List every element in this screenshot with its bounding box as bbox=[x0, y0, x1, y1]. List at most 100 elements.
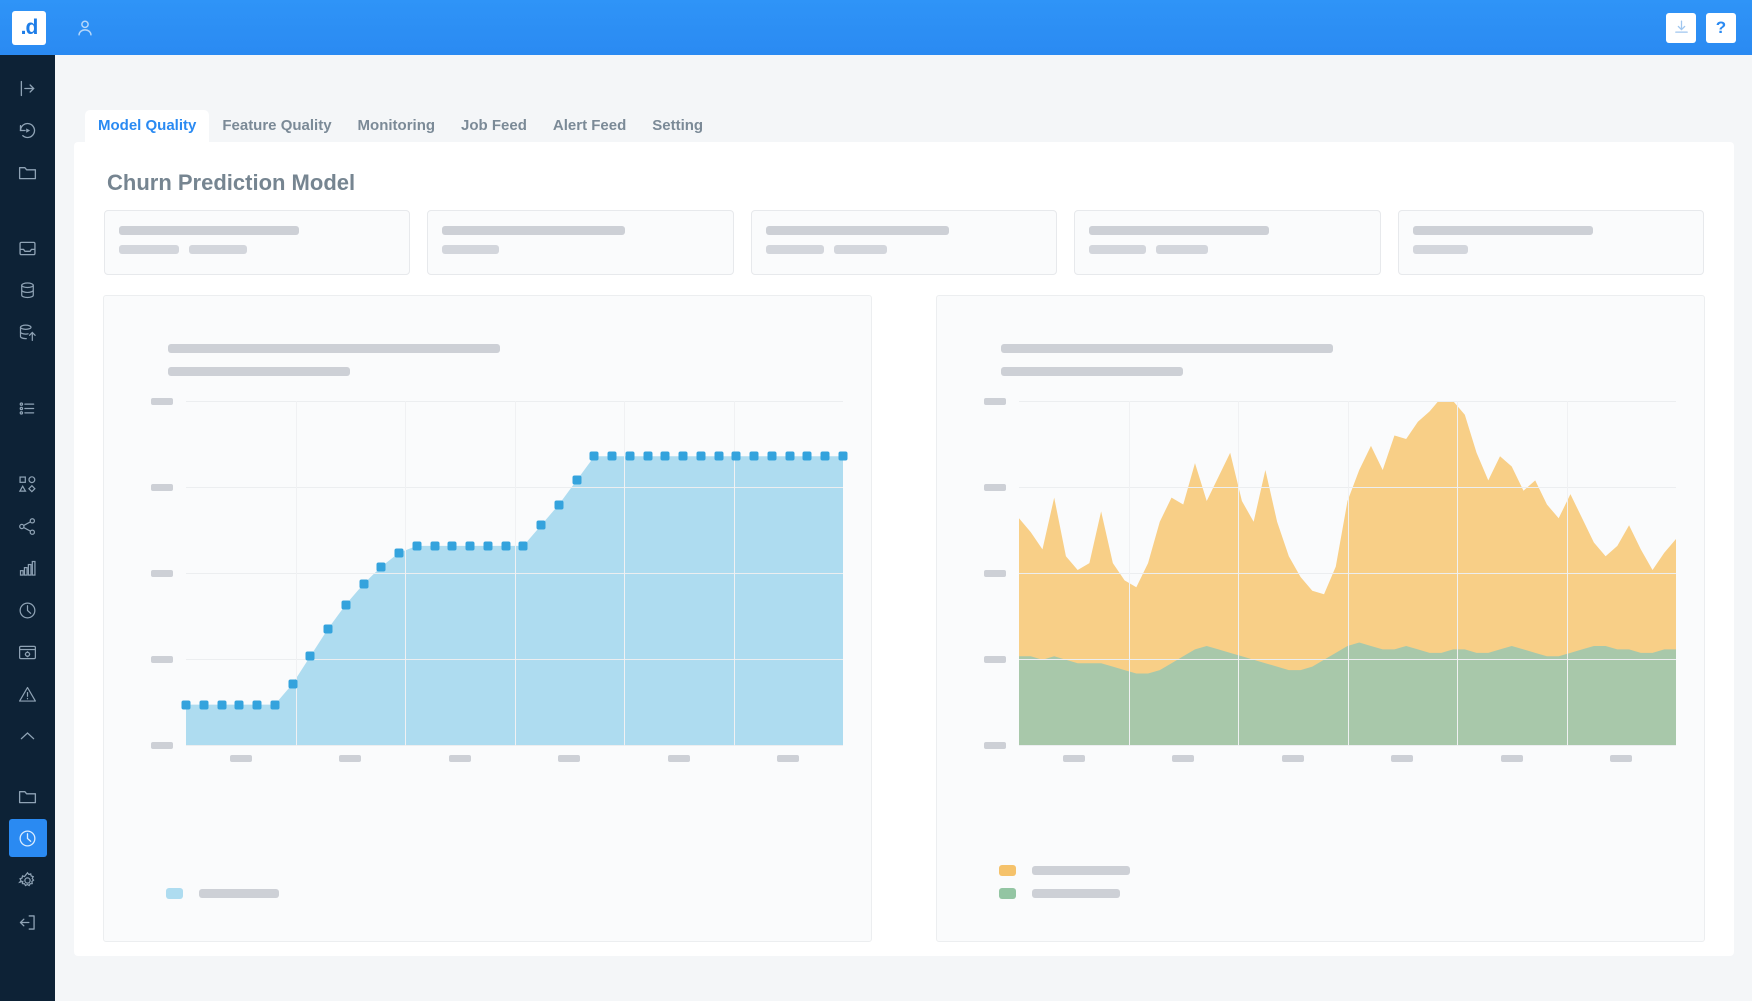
stat-chip-placeholder bbox=[442, 245, 500, 254]
sidebar-item-bar-chart[interactable] bbox=[9, 549, 47, 587]
stat-card-title-placeholder bbox=[442, 226, 626, 235]
legend-label-placeholder bbox=[199, 889, 279, 898]
x-axis-tick-placeholder bbox=[448, 755, 471, 762]
y-axis-tick-placeholder bbox=[151, 742, 173, 749]
gridline-vertical bbox=[405, 401, 406, 746]
stat-chip-placeholder bbox=[833, 245, 887, 254]
stat-card-title-placeholder bbox=[765, 226, 949, 235]
stat-chip-placeholder bbox=[189, 245, 247, 254]
chart-title-placeholder bbox=[1001, 344, 1333, 353]
x-axis-tick-placeholder bbox=[1172, 755, 1195, 762]
sidebar-item-alerts[interactable] bbox=[9, 675, 47, 713]
tab-alert-feed[interactable]: Alert Feed bbox=[540, 110, 639, 142]
gridline-vertical bbox=[1347, 401, 1349, 746]
sidebar-item-folder-2[interactable] bbox=[9, 777, 47, 815]
stat-card-row bbox=[104, 210, 1705, 275]
sidebar-item-browser-settings[interactable] bbox=[9, 633, 47, 671]
x-axis-tick-placeholder bbox=[777, 755, 800, 762]
stat-chip-placeholder bbox=[1156, 245, 1209, 254]
sidebar-item-share[interactable] bbox=[9, 507, 47, 545]
gridline-vertical bbox=[733, 401, 735, 746]
x-axis-tick-placeholder bbox=[667, 755, 690, 762]
top-bar: .d ? bbox=[0, 0, 1752, 55]
gridline-vertical bbox=[1128, 401, 1130, 746]
chart-title-block bbox=[168, 344, 500, 376]
sidebar-item-inbox[interactable] bbox=[9, 229, 47, 267]
top-bar-actions: ? bbox=[1666, 12, 1736, 43]
gridline-vertical bbox=[624, 401, 625, 746]
sidebar-item-shapes[interactable] bbox=[9, 465, 47, 503]
chart-card-prediction-volume bbox=[936, 295, 1705, 942]
stat-card[interactable] bbox=[104, 210, 411, 275]
legend-label-placeholder bbox=[1032, 866, 1130, 875]
page-title: Churn Prediction Model bbox=[107, 170, 356, 195]
stat-card-values bbox=[1412, 245, 1689, 254]
tab-feature-quality[interactable]: Feature Quality bbox=[209, 110, 344, 142]
x-axis-tick-placeholder bbox=[1500, 755, 1523, 762]
y-axis-tick-placeholder bbox=[151, 656, 173, 663]
chart-row bbox=[103, 295, 1705, 942]
stat-card[interactable] bbox=[750, 210, 1058, 275]
chart-title-block bbox=[1001, 344, 1333, 376]
tab-model-quality[interactable]: Model Quality bbox=[85, 110, 210, 142]
user-avatar-icon[interactable] bbox=[74, 17, 96, 39]
stat-chip-placeholder bbox=[1089, 245, 1147, 254]
stat-card-title-placeholder bbox=[1089, 226, 1270, 235]
x-axis-tick-placeholder bbox=[1391, 755, 1414, 762]
sidebar-rail bbox=[0, 55, 55, 1001]
sidebar-item-database-upload[interactable] bbox=[9, 313, 47, 351]
chart-plot-area bbox=[151, 398, 848, 762]
stat-card[interactable] bbox=[1397, 210, 1705, 275]
gridline-vertical bbox=[1566, 401, 1568, 746]
sidebar-item-list[interactable] bbox=[9, 389, 47, 427]
x-axis-tick-placeholder bbox=[339, 755, 362, 762]
stat-card-values bbox=[765, 245, 1042, 254]
chart-card-accuracy bbox=[103, 295, 872, 942]
y-axis-tick-placeholder bbox=[151, 570, 173, 577]
x-axis-tick-placeholder bbox=[1062, 755, 1085, 762]
sidebar-item-folder[interactable] bbox=[9, 153, 47, 191]
y-axis-tick-placeholder bbox=[984, 484, 1006, 491]
tab-job-feed[interactable]: Job Feed bbox=[448, 110, 540, 142]
tab-monitoring[interactable]: Monitoring bbox=[345, 110, 448, 142]
y-axis-tick-placeholder bbox=[984, 570, 1006, 577]
stat-card-values bbox=[119, 245, 395, 254]
sidebar-item-history-active[interactable] bbox=[8, 819, 47, 857]
legend-swatch bbox=[999, 865, 1016, 876]
stat-chip-placeholder bbox=[1412, 245, 1468, 254]
stat-card[interactable] bbox=[1074, 210, 1381, 275]
y-axis-tick-placeholder bbox=[151, 398, 173, 405]
legend-item[interactable] bbox=[999, 888, 1130, 899]
sidebar-item-database[interactable] bbox=[9, 271, 47, 309]
y-axis-tick-placeholder bbox=[151, 484, 173, 491]
gridline-vertical bbox=[295, 401, 297, 746]
y-axis-tick-placeholder bbox=[984, 656, 1006, 663]
legend-swatch bbox=[166, 888, 183, 899]
download-icon[interactable] bbox=[1666, 12, 1696, 43]
sidebar-item-settings[interactable] bbox=[9, 861, 47, 899]
x-axis-tick-placeholder bbox=[1610, 755, 1633, 762]
help-button[interactable]: ? bbox=[1706, 12, 1736, 43]
y-axis-tick-placeholder bbox=[984, 742, 1006, 749]
sidebar-item-replay[interactable] bbox=[9, 111, 47, 149]
stat-card-title-placeholder bbox=[119, 226, 299, 235]
stat-card-values bbox=[442, 245, 718, 254]
sidebar-item-collapse[interactable] bbox=[9, 69, 47, 107]
stat-card[interactable] bbox=[427, 210, 734, 275]
chart-legend bbox=[166, 888, 279, 911]
app-logo[interactable]: .d bbox=[12, 10, 46, 45]
sidebar-item-logout[interactable] bbox=[9, 903, 47, 941]
chart-plot-area bbox=[984, 398, 1676, 762]
legend-item[interactable] bbox=[166, 888, 279, 899]
app-root: .d ? Model Quality Feature Quality Monit… bbox=[0, 0, 1752, 1001]
sidebar-item-collapse-up[interactable] bbox=[9, 717, 47, 755]
sidebar-item-clock[interactable] bbox=[9, 591, 47, 629]
legend-item[interactable] bbox=[999, 865, 1130, 876]
chart-subtitle-placeholder bbox=[1001, 367, 1183, 376]
x-axis-tick-placeholder bbox=[229, 755, 252, 762]
chart-title-placeholder bbox=[168, 344, 500, 353]
tab-setting[interactable]: Setting bbox=[639, 110, 716, 142]
content-area: Model Quality Feature Quality Monitoring… bbox=[55, 55, 1752, 1001]
main-panel: Churn Prediction Model bbox=[74, 142, 1734, 956]
stat-card-title-placeholder bbox=[1412, 226, 1593, 235]
